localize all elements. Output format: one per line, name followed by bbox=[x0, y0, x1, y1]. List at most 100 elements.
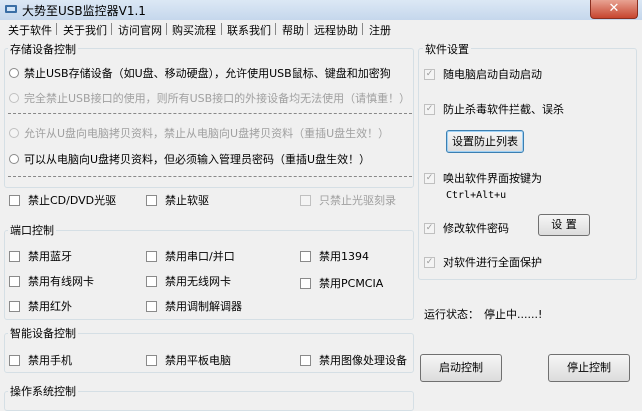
divider bbox=[8, 113, 412, 114]
check-label: 禁用调制解调器 bbox=[165, 300, 242, 313]
option-label: 完全禁止USB接口的使用，则所有USB接口的外接设备均无法使用（请慎重！） bbox=[24, 92, 411, 105]
port-group-label: 端口控制 bbox=[8, 222, 56, 238]
menu-visit-site[interactable]: 访问官网 bbox=[118, 22, 162, 38]
check-disable-infrared[interactable]: 禁用红外 bbox=[9, 298, 72, 314]
settings-group-label: 软件设置 bbox=[423, 41, 471, 57]
check-label: 唤出软件界面按键为 bbox=[443, 172, 542, 185]
menu-register[interactable]: 注册 bbox=[369, 22, 391, 38]
checkbox-checked[interactable]: ✓ bbox=[424, 172, 435, 184]
close-icon: ✕ bbox=[608, 1, 620, 16]
menu-separator bbox=[56, 23, 57, 35]
checkbox[interactable] bbox=[146, 300, 157, 312]
window-title: 大势至USB监控器V1.1 bbox=[22, 4, 146, 18]
check-label: 禁用平板电脑 bbox=[165, 354, 231, 367]
checkbox[interactable] bbox=[300, 194, 311, 206]
app-icon bbox=[5, 5, 17, 13]
storage-option-block-usb[interactable]: 禁止USB存储设备（如U盘、移动硬盘），允许使用USB鼠标、键盘和加密狗 bbox=[9, 65, 391, 81]
set-anti-kill-list-button[interactable]: 设置防止列表 bbox=[446, 130, 524, 153]
check-label: 禁止软驱 bbox=[165, 194, 209, 207]
checkbox[interactable] bbox=[300, 250, 311, 262]
checkbox-checked[interactable]: ✓ bbox=[424, 256, 435, 268]
check-disable-modem[interactable]: 禁用调制解调器 bbox=[146, 298, 242, 314]
radio-button[interactable] bbox=[9, 93, 19, 103]
checkbox-checked[interactable]: ✓ bbox=[424, 103, 435, 115]
close-button[interactable]: ✕ bbox=[590, 0, 638, 19]
check-disable-serial-parallel[interactable]: 禁用串口/并口 bbox=[146, 248, 235, 264]
stop-control-button[interactable]: 停止控制 bbox=[548, 354, 630, 382]
check-label: 禁用无线网卡 bbox=[165, 275, 231, 288]
checkbox-checked[interactable]: ✓ bbox=[424, 68, 435, 80]
check-disable-tablet[interactable]: 禁用平板电脑 bbox=[146, 352, 231, 368]
radio-button[interactable] bbox=[9, 68, 19, 78]
storage-option-password-copy[interactable]: 可以从电脑向U盘拷贝资料，但必须输入管理员密码（重插U盘生效！） bbox=[9, 151, 370, 167]
storage-option-block-all-usb[interactable]: 完全禁止USB接口的使用，则所有USB接口的外接设备均无法使用（请慎重！） bbox=[9, 90, 410, 106]
check-label: 只禁止光驱刻录 bbox=[319, 194, 396, 207]
storage-option-readonly[interactable]: 允许从U盘向电脑拷贝资料，禁止从电脑向U盘拷贝资料（重插U盘生效！） bbox=[9, 125, 389, 141]
menu-remote-assist[interactable]: 远程协助 bbox=[314, 22, 358, 38]
menu-separator bbox=[362, 23, 363, 35]
menu-separator bbox=[275, 23, 276, 35]
check-disable-burning[interactable]: 只禁止光驱刻录 bbox=[300, 192, 396, 208]
menu-separator bbox=[166, 23, 167, 35]
checkbox[interactable] bbox=[9, 250, 20, 262]
check-label: 禁用PCMCIA bbox=[319, 277, 384, 290]
menu-help[interactable]: 帮助 bbox=[282, 22, 304, 38]
check-disable-bluetooth[interactable]: 禁用蓝牙 bbox=[9, 248, 72, 264]
check-label: 禁用有线网卡 bbox=[28, 275, 94, 288]
check-disable-pcmcia[interactable]: 禁用PCMCIA bbox=[300, 275, 383, 291]
check-disable-cdrom[interactable]: 禁止CD/DVD光驱 bbox=[9, 192, 116, 208]
check-full-protect[interactable]: ✓ 对软件进行全面保护 bbox=[424, 254, 542, 270]
smart-device-group-label: 智能设备控制 bbox=[8, 325, 78, 341]
check-label: 禁用图像处理设备 bbox=[319, 354, 407, 367]
option-label: 允许从U盘向电脑拷贝资料，禁止从电脑向U盘拷贝资料（重插U盘生效！） bbox=[24, 127, 390, 140]
menu-about-software[interactable]: 关于软件 bbox=[8, 22, 52, 38]
check-disable-1394[interactable]: 禁用1394 bbox=[300, 248, 369, 264]
check-change-password[interactable]: ✓ 修改软件密码 bbox=[424, 220, 509, 236]
check-disable-wireless-nic[interactable]: 禁用无线网卡 bbox=[146, 273, 231, 289]
settings-group bbox=[418, 48, 637, 280]
hotkey-value: Ctrl+Alt+u bbox=[446, 190, 507, 201]
check-label: 禁用1394 bbox=[319, 250, 369, 263]
check-label: 禁用手机 bbox=[28, 354, 72, 367]
check-hotkey[interactable]: ✓ 唤出软件界面按键为 bbox=[424, 170, 542, 186]
checkbox[interactable] bbox=[9, 354, 20, 366]
menu-separator bbox=[307, 23, 308, 35]
checkbox[interactable] bbox=[146, 354, 157, 366]
radio-button[interactable] bbox=[9, 154, 19, 164]
os-group-label: 操作系统控制 bbox=[8, 383, 78, 399]
menu-bar: 关于软件 关于我们 访问官网 购买流程 联系我们 帮助 远程协助 注册 bbox=[0, 20, 642, 38]
title-bar[interactable]: 大势至USB监控器V1.1 ✕ bbox=[0, 0, 642, 21]
checkbox[interactable] bbox=[9, 275, 20, 287]
start-control-button[interactable]: 启动控制 bbox=[420, 354, 502, 382]
check-label: 防止杀毒软件拦截、误杀 bbox=[443, 103, 564, 116]
radio-button[interactable] bbox=[9, 128, 19, 138]
option-label: 禁止USB存储设备（如U盘、移动硬盘），允许使用USB鼠标、键盘和加密狗 bbox=[24, 67, 391, 80]
check-label: 禁止CD/DVD光驱 bbox=[28, 194, 117, 207]
menu-contact[interactable]: 联系我们 bbox=[227, 22, 271, 38]
divider bbox=[8, 176, 412, 177]
check-label: 禁用红外 bbox=[28, 300, 72, 313]
menu-separator bbox=[111, 23, 112, 35]
check-disable-phone[interactable]: 禁用手机 bbox=[9, 352, 72, 368]
checkbox[interactable] bbox=[9, 300, 20, 312]
checkbox[interactable] bbox=[146, 250, 157, 262]
checkbox-checked[interactable]: ✓ bbox=[424, 222, 435, 234]
check-label: 禁用串口/并口 bbox=[165, 250, 235, 263]
checkbox[interactable] bbox=[146, 194, 157, 206]
status-label: 运行状态： bbox=[424, 308, 479, 321]
check-disable-imaging[interactable]: 禁用图像处理设备 bbox=[300, 352, 407, 368]
menu-about-us[interactable]: 关于我们 bbox=[63, 22, 107, 38]
check-label: 对软件进行全面保护 bbox=[443, 256, 542, 269]
check-disable-wired-nic[interactable]: 禁用有线网卡 bbox=[9, 273, 94, 289]
menu-separator bbox=[221, 23, 222, 35]
checkbox[interactable] bbox=[146, 275, 157, 287]
check-autostart[interactable]: ✓ 随电脑启动自动启动 bbox=[424, 66, 542, 82]
check-disable-floppy[interactable]: 禁止软驱 bbox=[146, 192, 209, 208]
set-password-button[interactable]: 设 置 bbox=[538, 214, 590, 236]
menu-purchase[interactable]: 购买流程 bbox=[172, 22, 216, 38]
check-anti-kill[interactable]: ✓ 防止杀毒软件拦截、误杀 bbox=[424, 101, 564, 117]
checkbox[interactable] bbox=[300, 354, 311, 366]
storage-group-label: 存储设备控制 bbox=[8, 41, 78, 57]
checkbox[interactable] bbox=[300, 277, 311, 289]
checkbox[interactable] bbox=[9, 194, 20, 206]
